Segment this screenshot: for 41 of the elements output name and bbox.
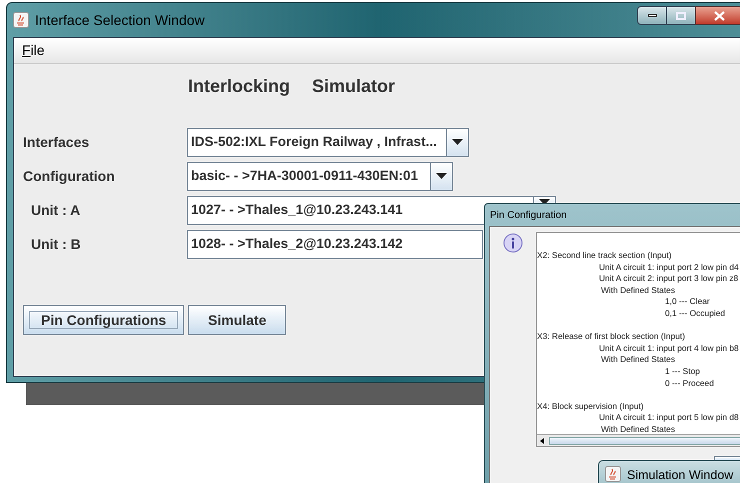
field-label: Configuration	[23, 166, 116, 186]
port-line: Unit A circuit 1: input port 4 low pin b8	[599, 342, 739, 354]
window-title: Interface Selection Window	[35, 10, 205, 30]
port-line: Unit A circuit 2: input port 3 low pin z8	[599, 273, 738, 285]
field-label: Interfaces	[23, 132, 90, 152]
file-menu[interactable]: File	[22, 40, 45, 61]
action-button[interactable]: Simulate	[188, 305, 286, 335]
states-label: With Defined States	[601, 284, 676, 296]
field-label: Unit : A	[31, 200, 82, 220]
section-heading: X4: Block supervision (Input)	[537, 400, 644, 412]
action-button[interactable]: Pin Configurations	[23, 305, 184, 335]
section-heading: X2: Second line track section (Input)	[537, 250, 672, 262]
port-line: Unit A circuit 1: input port 5 low pin d8	[599, 412, 739, 424]
dropdown-button[interactable]	[430, 162, 452, 190]
state-line: 1 --- Stop	[665, 366, 700, 378]
app-heading: Interlocking	[188, 75, 290, 98]
minimize-button[interactable]	[637, 6, 667, 25]
java-cup-icon	[605, 466, 621, 482]
app-heading: Simulator	[312, 75, 396, 98]
caret-icon	[436, 173, 447, 179]
field-label: Unit : B	[31, 234, 82, 254]
caret-icon	[452, 139, 463, 145]
horizontal-scrollbar[interactable]	[537, 434, 740, 446]
window-title: Simulation Window	[627, 467, 734, 483]
state-line: 0 --- Proceed	[665, 378, 714, 390]
state-line: 1,0 --- Clear	[665, 296, 710, 308]
dropdown-button[interactable]	[446, 128, 468, 156]
states-label: With Defined States	[601, 424, 676, 436]
state-line: 0,1 --- Occupied	[665, 308, 726, 320]
combo-box[interactable]: IDS-502:IXL Foreign Railway , Infrast...	[187, 128, 469, 156]
info-icon	[503, 233, 523, 253]
states-label: With Defined States	[601, 354, 676, 366]
port-line: Unit A circuit 1: input port 2 low pin d4	[599, 262, 739, 274]
close-button[interactable]	[695, 6, 740, 25]
close-icon	[714, 10, 724, 20]
section-heading: X3: Release of first block section (Input)	[537, 331, 686, 343]
maximize-button[interactable]	[667, 6, 695, 25]
scroll-thumb[interactable]	[549, 436, 740, 444]
java-cup-icon	[13, 12, 29, 28]
combo-box[interactable]: 1028- - >Thales_2@10.23.243.142	[187, 230, 483, 258]
combo-box[interactable]: basic- - >7HA-30001-0911-430EN:01	[187, 162, 453, 190]
